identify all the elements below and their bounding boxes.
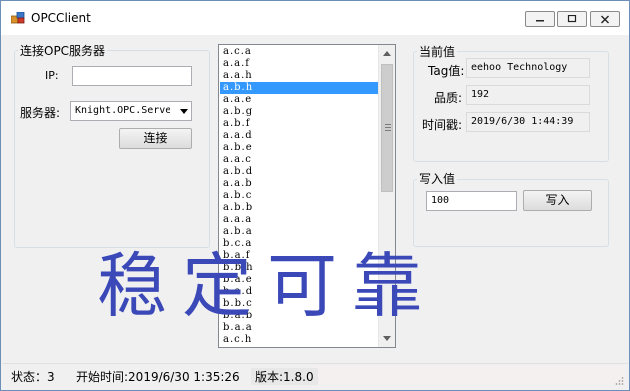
- status-version: 版本:1.8.0: [251, 368, 318, 385]
- status-start-time: 开始时间:2019/6/30 1:35:26: [76, 370, 240, 384]
- app-icon: [11, 12, 25, 24]
- tag-value-field: eehoo Technology: [466, 58, 590, 78]
- list-item[interactable]: a.b.d: [220, 166, 378, 178]
- list-item[interactable]: a.b.g: [220, 106, 378, 118]
- minimize-button[interactable]: [525, 11, 555, 27]
- server-label: 服务器:: [20, 106, 61, 120]
- connect-button[interactable]: 连接: [119, 128, 192, 149]
- timestamp-value-field: 2019/6/30 1:44:39: [466, 112, 590, 132]
- status-state: 状态：3: [11, 370, 55, 384]
- list-item[interactable]: a.b.e: [220, 142, 378, 154]
- resize-grip-icon[interactable]: [614, 376, 624, 386]
- title-bar[interactable]: OPCClient: [1, 1, 629, 35]
- connect-group-title: 连接OPC服务器: [18, 42, 108, 59]
- watermark-text: 稳定可靠: [97, 245, 437, 327]
- list-item[interactable]: a.a.b: [220, 178, 378, 190]
- scroll-up-button[interactable]: [379, 45, 395, 62]
- list-item[interactable]: a.c.a: [220, 46, 378, 58]
- close-icon: [601, 15, 609, 23]
- quality-value-field: 192: [466, 85, 590, 105]
- close-button[interactable]: [590, 11, 620, 27]
- list-item[interactable]: a.a.h: [220, 70, 378, 82]
- list-item[interactable]: a.a.e: [220, 94, 378, 106]
- list-item[interactable]: a.c.h: [220, 334, 378, 346]
- chevron-down-icon[interactable]: [180, 109, 188, 114]
- list-item[interactable]: a.b.h: [220, 82, 378, 94]
- server-select[interactable]: Knight.OPC.Server: [70, 101, 192, 121]
- list-item[interactable]: a.b.b: [220, 202, 378, 214]
- main-window: OPCClient 连接OPC服务器 IP: 服务器: Knight.OPC.S…: [0, 0, 630, 391]
- timestamp-label: 时间戳:: [422, 118, 463, 132]
- arrow-down-icon: [383, 336, 391, 341]
- list-item[interactable]: a.b.c: [220, 190, 378, 202]
- status-bar: 状态：3 开始时间:2019/6/30 1:35:26 版本:1.8.0: [2, 363, 628, 390]
- list-item[interactable]: a.a.d: [220, 130, 378, 142]
- quality-label: 品质:: [434, 91, 463, 105]
- arrow-up-icon: [383, 51, 391, 56]
- list-item[interactable]: a.a.f: [220, 58, 378, 70]
- window-title: OPCClient: [31, 11, 91, 25]
- list-item[interactable]: a.a.a: [220, 214, 378, 226]
- ip-input[interactable]: [72, 66, 192, 86]
- scroll-down-button[interactable]: [379, 330, 395, 347]
- maximize-button[interactable]: [557, 11, 587, 27]
- maximize-icon: [567, 15, 577, 23]
- list-item[interactable]: a.a.c: [220, 154, 378, 166]
- server-select-value: Knight.OPC.Server: [75, 105, 178, 116]
- write-value-group-title: 写入值: [417, 170, 458, 187]
- write-value-input[interactable]: 100: [426, 191, 517, 211]
- list-item[interactable]: a.b.f: [220, 118, 378, 130]
- minimize-icon: [536, 20, 544, 22]
- tag-label: Tag值:: [428, 64, 465, 78]
- ip-label: IP:: [45, 69, 59, 82]
- write-button[interactable]: 写入: [523, 190, 592, 211]
- scroll-thumb[interactable]: [381, 64, 393, 192]
- current-value-group-title: 当前值: [417, 43, 458, 60]
